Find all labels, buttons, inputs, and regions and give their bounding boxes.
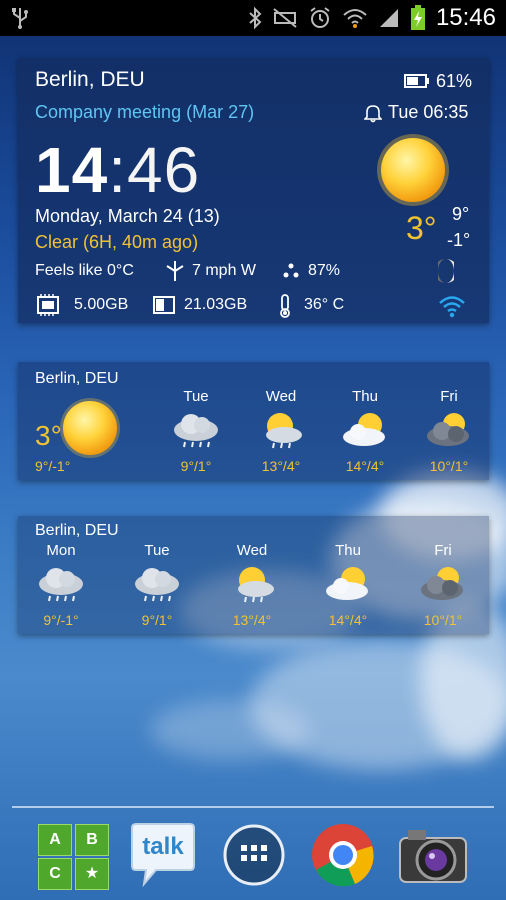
clock-minutes: 46 xyxy=(126,134,201,206)
app-drawer-icon[interactable] xyxy=(222,820,286,890)
forecast-day: Fri xyxy=(440,388,458,405)
forecast-city: Berlin, DEU xyxy=(35,522,119,539)
partly-cloudy-icon xyxy=(326,567,368,600)
chrome-icon[interactable] xyxy=(310,820,376,890)
feels-like: Feels like 0°C xyxy=(35,262,134,279)
wind-turbine-icon xyxy=(166,261,184,281)
chrome-logo-icon xyxy=(312,824,374,887)
clock-separator: : xyxy=(108,134,127,206)
forecast-range: 10°/1° xyxy=(429,458,469,474)
forecast-range: 10°/1° xyxy=(423,612,463,628)
wifi-toggle-icon[interactable] xyxy=(438,294,466,318)
forecast-day: Tue xyxy=(183,388,209,405)
date-text: Monday, March 24 (13) xyxy=(35,206,220,226)
rain-cloud-icon xyxy=(135,568,179,602)
camera-body-icon xyxy=(399,830,467,883)
forecast-range: 13°/4° xyxy=(261,458,301,474)
forecast-current-range: 9°/-1° xyxy=(35,458,71,474)
forecast-widget-large[interactable]: Berlin, DEU 3° 9°/-1° Tue Wed Thu Fri 9°… xyxy=(18,362,489,480)
memory-usage: 5.00GB xyxy=(74,296,129,313)
abc-app-icon[interactable]: A B C ★ xyxy=(38,820,110,890)
forecast-range: 14°/4° xyxy=(345,458,385,474)
forecast-day: Mon xyxy=(46,542,76,559)
battery-percent: 61% xyxy=(436,71,473,91)
battery-temperature: 36° C xyxy=(304,296,345,313)
dark-cloud-sun-icon xyxy=(427,413,469,446)
current-temperature: 3° xyxy=(406,210,437,246)
moon-phase-icon xyxy=(438,259,454,283)
forecast-day: Wed xyxy=(265,388,297,405)
sun-rain-icon xyxy=(238,567,274,603)
memory-chip-icon xyxy=(37,294,59,316)
status-bar: 15:46 xyxy=(0,0,506,36)
rain-cloud-icon xyxy=(174,414,218,448)
forecast-day: Fri xyxy=(434,542,452,559)
city-name[interactable]: Berlin, DEU xyxy=(35,68,145,92)
forecast-range: 14°/4° xyxy=(328,612,368,628)
storage-free: 21.03GB xyxy=(184,296,248,313)
camera-icon[interactable] xyxy=(398,820,468,890)
battery-charging-icon xyxy=(410,5,425,30)
signal-icon xyxy=(379,9,398,27)
grid-icon xyxy=(223,824,285,886)
abc-tile: A xyxy=(38,824,72,856)
forecast-range: 9°/1° xyxy=(141,612,173,628)
high-temperature: 9° xyxy=(452,204,470,224)
sun-icon xyxy=(60,398,120,458)
talk-app-icon[interactable]: talk xyxy=(130,820,196,890)
wifi-icon xyxy=(343,9,367,28)
clock-hours: 14 xyxy=(35,134,109,206)
dark-cloud-sun-icon xyxy=(421,567,463,600)
bluetooth-icon xyxy=(249,6,262,30)
abc-tile: C xyxy=(38,858,72,890)
usb-icon xyxy=(12,8,28,29)
partly-cloudy-icon xyxy=(343,413,385,446)
forecast-day: Wed xyxy=(236,542,268,559)
wind-speed: 7 mph W xyxy=(192,262,257,279)
sun-rain-icon xyxy=(266,413,302,449)
bell-icon xyxy=(364,105,382,123)
forecast-widget-compact[interactable]: Berlin, DEU Mon Tue Wed Thu Fri 9°/-1° 9… xyxy=(18,516,489,634)
abc-tile: B xyxy=(75,824,109,856)
forecast-range: 9°/1° xyxy=(180,458,212,474)
dock-divider xyxy=(12,806,494,808)
low-temperature: -1° xyxy=(447,230,471,250)
humidity: 87% xyxy=(308,262,341,279)
forecast-range: 13°/4° xyxy=(232,612,272,628)
talk-label: talk xyxy=(142,833,184,860)
storage-icon xyxy=(153,296,175,314)
next-alarm[interactable]: Tue 06:35 xyxy=(388,102,468,123)
status-time: 15:46 xyxy=(435,4,496,31)
thermometer-icon xyxy=(280,294,290,318)
alarm-icon xyxy=(310,7,330,28)
battery-icon xyxy=(404,74,429,88)
sun-icon xyxy=(377,134,449,206)
forecast-city: Berlin, DEU xyxy=(35,370,119,387)
clock-weather-widget[interactable]: Berlin, DEU 61% Company meeting (Mar 27)… xyxy=(18,58,489,323)
forecast-range: 9°/-1° xyxy=(43,612,79,628)
forecast-current-temp: 3° xyxy=(35,420,62,451)
calendar-event[interactable]: Company meeting (Mar 27) xyxy=(35,102,254,123)
rain-cloud-icon xyxy=(39,568,83,602)
forecast-day: Tue xyxy=(144,542,170,559)
forecast-day: Thu xyxy=(335,542,361,559)
mute-icon xyxy=(273,8,297,28)
humidity-icon xyxy=(283,263,299,278)
forecast-day: Thu xyxy=(352,388,378,405)
weather-condition[interactable]: Clear (6H, 40m ago) xyxy=(35,232,198,253)
background-cloud xyxy=(150,700,310,760)
abc-tile: ★ xyxy=(75,858,109,890)
clock-time[interactable]: 14:46 xyxy=(35,138,200,202)
